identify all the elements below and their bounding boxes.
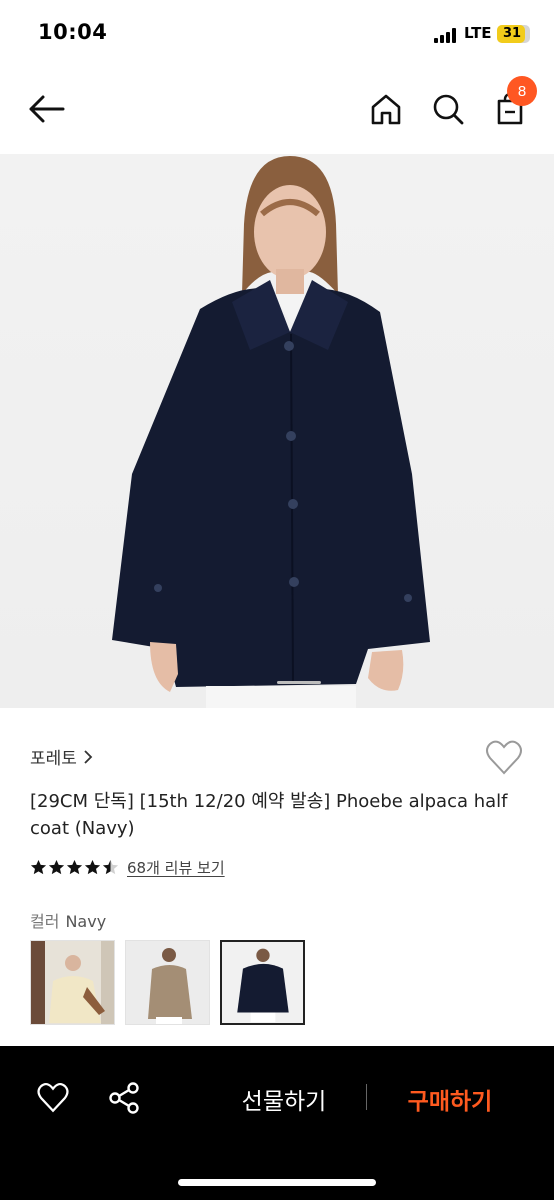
heart-icon	[486, 740, 522, 775]
battery-icon: 31	[497, 25, 530, 43]
bottom-action-bar: 선물하기 구매하기	[0, 1046, 554, 1200]
network-label: LTE	[464, 24, 492, 42]
signal-icon	[434, 27, 460, 43]
review-link[interactable]: 68개 리뷰 보기	[127, 857, 225, 878]
search-icon	[433, 94, 464, 125]
divider	[366, 1084, 367, 1110]
star-icon	[84, 859, 101, 875]
top-nav	[0, 66, 554, 154]
battery-level: 31	[502, 26, 522, 41]
thumbnail-image	[237, 948, 289, 1023]
product-title: [29CM 단독] [15th 12/20 예약 발송] Phoebe alpa…	[30, 791, 508, 839]
color-option-thumbnail[interactable]	[125, 940, 210, 1025]
gift-button[interactable]: 선물하기	[214, 1082, 354, 1116]
back-button[interactable]	[26, 89, 66, 129]
model-photo	[112, 156, 430, 708]
color-thumbnails	[30, 940, 305, 1025]
star-icon	[66, 859, 83, 875]
star-icon	[48, 859, 65, 875]
cart-count-badge: 8	[507, 76, 537, 106]
status-bar: 10:04 LTE 31	[0, 0, 554, 66]
chevron-right-icon	[84, 749, 93, 764]
color-row: 컬러 Navy	[30, 908, 106, 932]
star-icon	[30, 859, 47, 875]
home-button[interactable]	[366, 89, 406, 129]
brand-name: 포레토	[30, 749, 77, 769]
wishlist-button[interactable]	[484, 738, 524, 778]
brand-link[interactable]: 포레토	[30, 744, 93, 769]
like-button[interactable]	[33, 1078, 73, 1118]
home-indicator	[178, 1179, 376, 1186]
thumbnail-image	[31, 941, 114, 1024]
color-option-thumbnail-selected[interactable]	[220, 940, 305, 1025]
thumbnail-image	[148, 948, 192, 1024]
share-icon	[109, 1082, 139, 1114]
search-button[interactable]	[428, 89, 468, 129]
home-icon	[371, 94, 401, 125]
color-option-thumbnail[interactable]	[30, 940, 115, 1025]
rating-stars	[30, 859, 119, 876]
star-icon	[102, 859, 119, 875]
status-time: 10:04	[38, 20, 108, 44]
back-arrow-icon	[29, 95, 65, 123]
product-main-image[interactable]	[0, 154, 554, 708]
color-value: Navy	[65, 912, 107, 931]
image-page-indicator	[277, 681, 321, 684]
rating-row: 68개 리뷰 보기	[30, 857, 225, 878]
heart-icon	[37, 1082, 69, 1113]
color-label: 컬러	[30, 912, 60, 931]
buy-button[interactable]: 구매하기	[380, 1082, 520, 1116]
share-button[interactable]	[104, 1078, 144, 1118]
